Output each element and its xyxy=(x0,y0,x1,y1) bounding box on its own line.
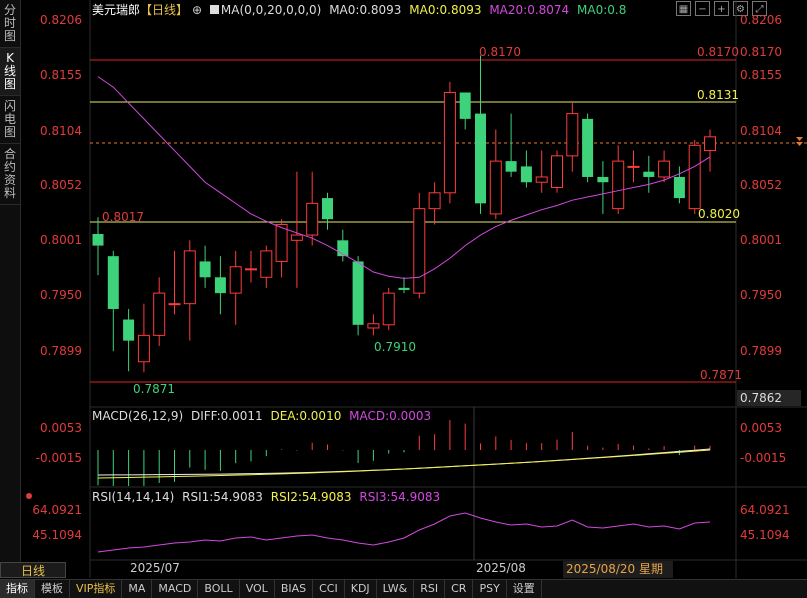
candle xyxy=(245,268,257,271)
low-label-2: 0.7871 xyxy=(133,382,175,396)
candle xyxy=(229,266,242,294)
candle xyxy=(505,161,517,172)
left-level-label: 0.8017 xyxy=(102,210,144,224)
candle xyxy=(398,287,410,290)
candle xyxy=(92,233,104,246)
low-label: 0.7910 xyxy=(374,340,416,354)
candle xyxy=(382,292,395,326)
candles-group xyxy=(92,55,716,373)
kline-chart[interactable]: 0.8170 0.8170 0.8131 0.8017 0.8020 0.791… xyxy=(0,0,807,597)
candle xyxy=(322,198,333,220)
xaxis-month-2: 2025/08 xyxy=(476,561,526,575)
candle xyxy=(688,144,701,210)
rsi-line xyxy=(97,512,711,553)
rsi-dot-icon xyxy=(26,493,32,499)
level-label-8020: 0.8020 xyxy=(698,207,740,221)
candle xyxy=(475,113,486,204)
candle xyxy=(551,155,563,189)
toolbar-lw[interactable]: LW& xyxy=(377,580,415,598)
price-marker-arrow-2 xyxy=(796,142,803,146)
rsi-group xyxy=(97,512,711,553)
price-marker-arrow xyxy=(796,137,803,141)
candle xyxy=(123,319,135,341)
toolbar-vip-indicator[interactable]: VIP指标 xyxy=(70,580,123,598)
candle xyxy=(306,202,319,236)
candle xyxy=(137,334,150,363)
candle xyxy=(168,303,181,306)
candle xyxy=(260,250,273,278)
toolbar-bias[interactable]: BIAS xyxy=(275,580,314,598)
macd-group xyxy=(97,420,711,486)
toolbar-boll[interactable]: BOLL xyxy=(198,580,240,598)
candle xyxy=(582,118,594,177)
candle xyxy=(290,234,303,241)
candle xyxy=(489,160,502,215)
candle xyxy=(627,165,640,168)
toolbar-macd[interactable]: MACD xyxy=(152,580,199,598)
candle xyxy=(413,208,426,294)
high-label: 0.8170 xyxy=(479,45,521,59)
toolbar-ma[interactable]: MA xyxy=(122,580,153,598)
candle xyxy=(520,166,532,183)
right-level-label-7871: 0.7871 xyxy=(700,368,742,382)
candle xyxy=(443,91,456,194)
candle xyxy=(153,292,166,336)
xaxis-month-1: 2025/07 xyxy=(130,561,180,575)
candle xyxy=(275,223,288,262)
toolbar-template[interactable]: 模板 xyxy=(35,580,70,598)
period-selector[interactable]: 日线 xyxy=(0,562,66,578)
candle xyxy=(214,277,226,294)
toolbar-psy[interactable]: PSY xyxy=(473,580,507,598)
level-label-8131: 0.8131 xyxy=(697,88,739,102)
candle xyxy=(597,176,609,183)
candle xyxy=(183,250,196,305)
candle xyxy=(612,160,625,210)
candle xyxy=(367,323,380,329)
candle xyxy=(643,171,655,177)
toolbar-indicator[interactable]: 指标 xyxy=(0,580,35,598)
candle xyxy=(107,256,119,309)
toolbar-rsi[interactable]: RSI xyxy=(414,580,446,598)
candle xyxy=(428,192,441,210)
toolbar-cr[interactable]: CR xyxy=(445,580,474,598)
indicator-toolbar: 指标 模板 VIP指标 MA MACD BOLL VOL BIAS CCI KD… xyxy=(0,579,807,598)
candle xyxy=(658,160,671,178)
toolbar-kdj[interactable]: KDJ xyxy=(345,580,377,598)
candle xyxy=(459,92,471,119)
candle xyxy=(352,261,364,325)
toolbar-cci[interactable]: CCI xyxy=(313,580,345,598)
candle xyxy=(704,136,716,152)
candle xyxy=(199,261,211,278)
candle xyxy=(566,113,579,157)
cursor-date: 2025/08/20 星期三 xyxy=(563,561,673,593)
toolbar-vol[interactable]: VOL xyxy=(240,580,275,598)
right-level-label-8170: 0.8170 xyxy=(697,45,739,59)
candle xyxy=(673,176,685,199)
toolbar-settings[interactable]: 设置 xyxy=(507,580,542,598)
candle xyxy=(535,176,548,183)
